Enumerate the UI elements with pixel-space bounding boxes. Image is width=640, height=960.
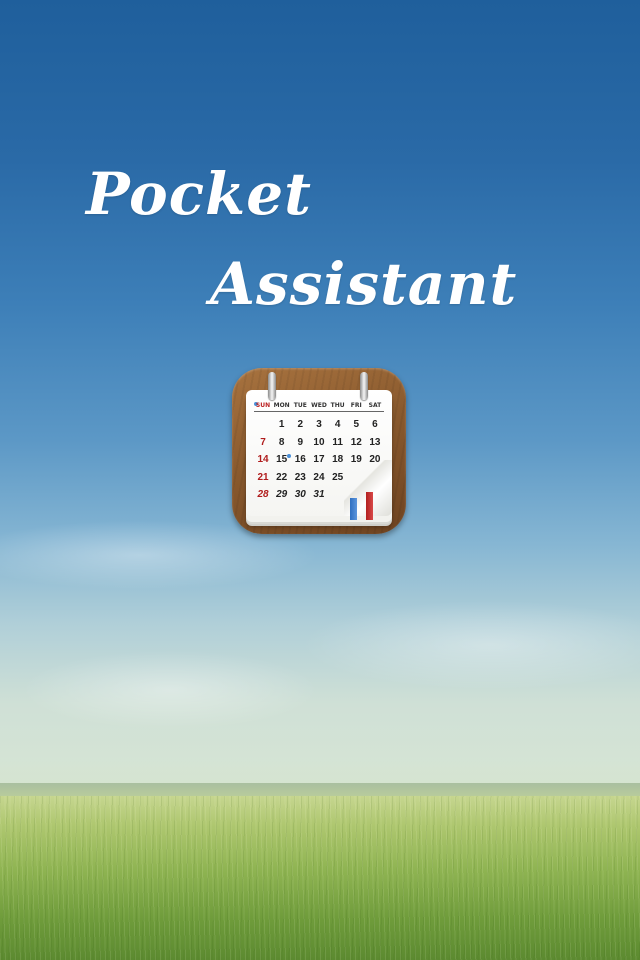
day-cell: 4 xyxy=(334,419,341,430)
day-cell: 7 xyxy=(260,436,266,448)
horizon-line xyxy=(0,783,640,797)
day-cell: 10 xyxy=(313,436,325,448)
header-divider xyxy=(254,411,384,412)
weekday-label: FRI xyxy=(350,402,362,409)
day-cell: 12 xyxy=(350,436,362,448)
day-cell: 17 xyxy=(313,454,325,465)
weekday-label: THU xyxy=(330,402,345,409)
day-cell: 21 xyxy=(257,471,269,483)
chart-bar-blue xyxy=(350,498,357,520)
app-title-line-2: Assistant xyxy=(210,250,518,318)
day-cell: 1 xyxy=(278,419,285,430)
weekday-label: TUE xyxy=(293,402,307,409)
day-cell: 29 xyxy=(276,489,288,500)
day-cell: 24 xyxy=(313,471,325,483)
day-cell: 30 xyxy=(294,489,306,500)
calendar-icon: SUN MON TUE WED THU FRI SAT 1 2 3 4 5 6 … xyxy=(232,368,406,534)
binder-ring xyxy=(360,372,368,400)
splash-screen: Pocket Assistant SUN MON TUE WED THU FRI… xyxy=(0,0,640,960)
day-cell: 13 xyxy=(369,436,381,448)
event-dot xyxy=(287,454,291,458)
day-cell: 3 xyxy=(316,419,322,430)
weekday-label: SAT xyxy=(368,402,382,409)
day-cell: 28 xyxy=(257,489,269,500)
weekday-label: MON xyxy=(273,402,290,409)
day-cell: 5 xyxy=(353,419,360,430)
day-cell: 2 xyxy=(297,419,304,430)
day-cell: 23 xyxy=(294,471,306,483)
weekday-label: WED xyxy=(311,402,327,409)
day-cell: 14 xyxy=(257,454,269,465)
day-cell: 6 xyxy=(372,419,378,430)
app-title-line-1: Pocket xyxy=(86,160,312,228)
day-cell: 16 xyxy=(294,454,306,465)
cloud xyxy=(20,650,320,730)
day-cell: 31 xyxy=(313,489,325,500)
weekday-header: SUN MON TUE WED THU FRI SAT xyxy=(254,402,384,409)
weekday-label: SUN xyxy=(255,402,271,409)
grass-texture xyxy=(0,796,640,960)
day-cell xyxy=(254,416,272,434)
chart-bar-red xyxy=(366,492,373,520)
day-cell: 9 xyxy=(297,436,304,448)
day-cell: 22 xyxy=(276,471,288,483)
day-cell: 8 xyxy=(278,436,285,448)
binder-ring xyxy=(268,372,276,400)
week-row: 7 8 9 10 11 12 13 xyxy=(254,434,384,452)
week-row: 1 2 3 4 5 6 xyxy=(254,416,384,434)
day-cell: 11 xyxy=(332,436,343,448)
